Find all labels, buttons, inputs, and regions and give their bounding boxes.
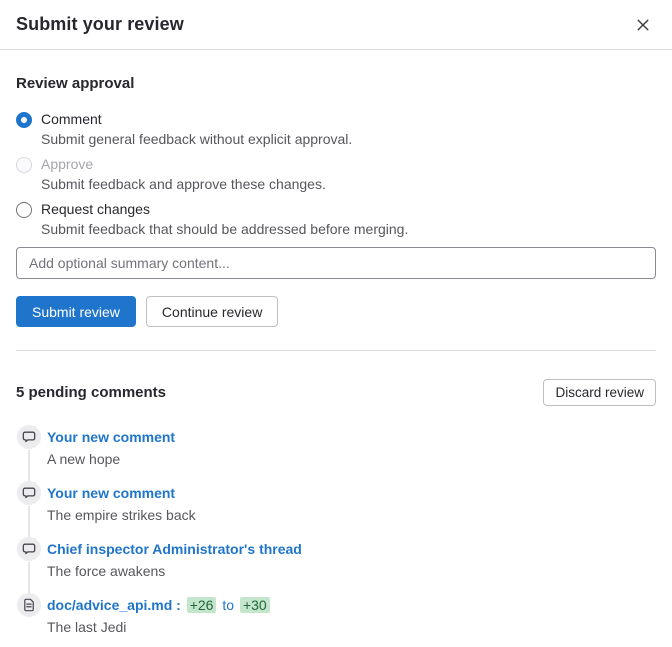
- radio-row-comment[interactable]: Comment Submit general feedback without …: [16, 109, 656, 149]
- discard-review-button[interactable]: Discard review: [543, 379, 656, 406]
- line-range-start-badge[interactable]: +26: [187, 597, 217, 613]
- pending-comments-heading: 5 pending comments: [16, 384, 166, 401]
- file-icon: [17, 593, 41, 617]
- radio-request-changes-label: Request changes: [41, 199, 408, 219]
- radio-approve-description: Submit feedback and approve these change…: [41, 174, 326, 194]
- pending-comment-link[interactable]: Chief inspector Administrator's thread: [47, 541, 302, 557]
- pending-file-comment-item: doc/advice_api.md : +26 to +30 The last …: [16, 593, 656, 637]
- pending-comment-item: Your new comment A new hope: [16, 425, 656, 481]
- drawer-header: Submit your review: [0, 0, 672, 50]
- pending-file-link[interactable]: doc/advice_api.md : +26 to +30: [47, 597, 272, 613]
- pending-comment-link[interactable]: Your new comment: [47, 429, 175, 445]
- radio-comment[interactable]: [16, 112, 32, 128]
- radio-request-changes-text: Request changes Submit feedback that sho…: [41, 199, 408, 239]
- pending-comment-item: Chief inspector Administrator's thread T…: [16, 537, 656, 593]
- continue-review-button[interactable]: Continue review: [146, 296, 278, 327]
- pending-comment-link[interactable]: Your new comment: [47, 485, 175, 501]
- radio-approve-label: Approve: [41, 154, 326, 174]
- review-approval-heading: Review approval: [16, 75, 656, 92]
- radio-row-request-changes[interactable]: Request changes Submit feedback that sho…: [16, 199, 656, 239]
- radio-request-changes[interactable]: [16, 202, 32, 218]
- pending-comment-subtitle: The force awakens: [47, 561, 302, 581]
- close-button[interactable]: [632, 14, 654, 36]
- comment-icon: [17, 481, 41, 505]
- line-range-end-badge[interactable]: +30: [240, 597, 270, 613]
- pending-comment-item: Your new comment The empire strikes back: [16, 481, 656, 537]
- file-path[interactable]: doc/advice_api.md :: [47, 597, 181, 613]
- review-actions: Submit review Continue review: [16, 296, 656, 327]
- radio-comment-label: Comment: [41, 109, 352, 129]
- line-range-connector[interactable]: to: [222, 597, 234, 613]
- comment-icon: [17, 425, 41, 449]
- section-divider: [16, 350, 656, 351]
- pending-comment-body: Chief inspector Administrator's thread T…: [47, 537, 302, 593]
- drawer-title: Submit your review: [16, 14, 184, 35]
- submit-review-drawer: Submit your review Review approval Comme…: [0, 0, 672, 647]
- pending-comments-list: Your new comment A new hope Your new com…: [16, 425, 656, 637]
- close-icon: [636, 20, 650, 35]
- radio-comment-text: Comment Submit general feedback without …: [41, 109, 352, 149]
- radio-approve-text: Approve Submit feedback and approve thes…: [41, 154, 326, 194]
- radio-comment-description: Submit general feedback without explicit…: [41, 129, 352, 149]
- comment-icon: [17, 537, 41, 561]
- summary-input[interactable]: [16, 247, 656, 279]
- radio-request-changes-description: Submit feedback that should be addressed…: [41, 219, 408, 239]
- pending-comment-subtitle: The empire strikes back: [47, 505, 196, 525]
- radio-approve: [16, 157, 32, 173]
- pending-comment-subtitle: The last Jedi: [47, 617, 272, 637]
- drawer-body: Review approval Comment Submit general f…: [0, 50, 672, 637]
- pending-comment-subtitle: A new hope: [47, 449, 175, 469]
- pending-comment-body: Your new comment The empire strikes back: [47, 481, 196, 537]
- submit-review-button[interactable]: Submit review: [16, 296, 136, 327]
- radio-row-approve: Approve Submit feedback and approve thes…: [16, 154, 656, 194]
- pending-comments-header: 5 pending comments Discard review: [16, 379, 656, 406]
- pending-file-comment-body: doc/advice_api.md : +26 to +30 The last …: [47, 593, 272, 637]
- pending-comment-body: Your new comment A new hope: [47, 425, 175, 481]
